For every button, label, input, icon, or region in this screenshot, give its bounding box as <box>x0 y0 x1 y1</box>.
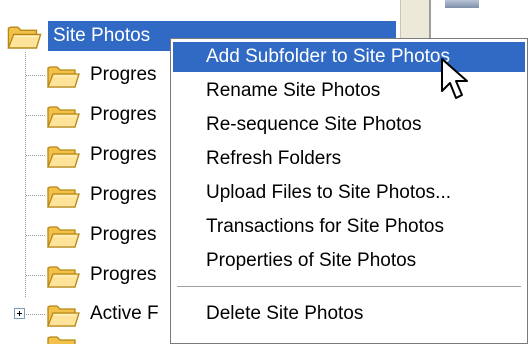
menu-item-refresh-folders[interactable]: Refresh Folders <box>173 144 525 174</box>
folder-icon <box>46 302 80 328</box>
tree-connector <box>26 235 46 236</box>
folder-icon <box>47 336 76 344</box>
tree-connector <box>26 275 46 276</box>
menu-item-upload-files[interactable]: Upload Files to Site Photos... <box>173 178 525 208</box>
plus-box-icon[interactable] <box>14 308 25 319</box>
folder-icon <box>46 143 80 169</box>
tree-connector <box>26 75 46 76</box>
tree-node-label[interactable]: Progres <box>90 144 157 166</box>
folder-icon <box>46 103 80 129</box>
tree-connector <box>26 155 46 156</box>
folder-open-icon <box>6 23 42 50</box>
tree-node-label[interactable]: Progres <box>90 104 157 126</box>
tree-node-label[interactable]: Progres <box>90 64 157 86</box>
tree-node-label[interactable]: Progres <box>90 264 157 286</box>
menu-separator <box>177 286 521 287</box>
menu-item-delete[interactable]: Delete Site Photos <box>173 299 525 329</box>
menu-item-rename[interactable]: Rename Site Photos <box>173 76 525 106</box>
tree-node-label[interactable]: Active F <box>90 303 159 325</box>
folder-icon <box>46 63 80 89</box>
tree-connector <box>26 115 46 116</box>
menu-item-properties[interactable]: Properties of Site Photos <box>173 246 525 276</box>
folder-icon <box>46 183 80 209</box>
tree-connector <box>26 314 46 315</box>
folder-icon <box>46 263 80 289</box>
menu-item-resequence[interactable]: Re-sequence Site Photos <box>173 110 525 140</box>
menu-item-transactions[interactable]: Transactions for Site Photos <box>173 212 525 242</box>
tree-connector <box>26 195 46 196</box>
tree-node-label[interactable]: Progres <box>90 224 157 246</box>
content-pane-header <box>445 0 479 8</box>
context-menu: Add Subfolder to Site Photos Rename Site… <box>170 38 528 344</box>
folder-icon <box>46 223 80 249</box>
menu-item-add-subfolder[interactable]: Add Subfolder to Site Photos <box>173 42 525 72</box>
tree-node-label[interactable]: Progres <box>90 184 157 206</box>
arrow-cursor-icon <box>441 58 468 99</box>
